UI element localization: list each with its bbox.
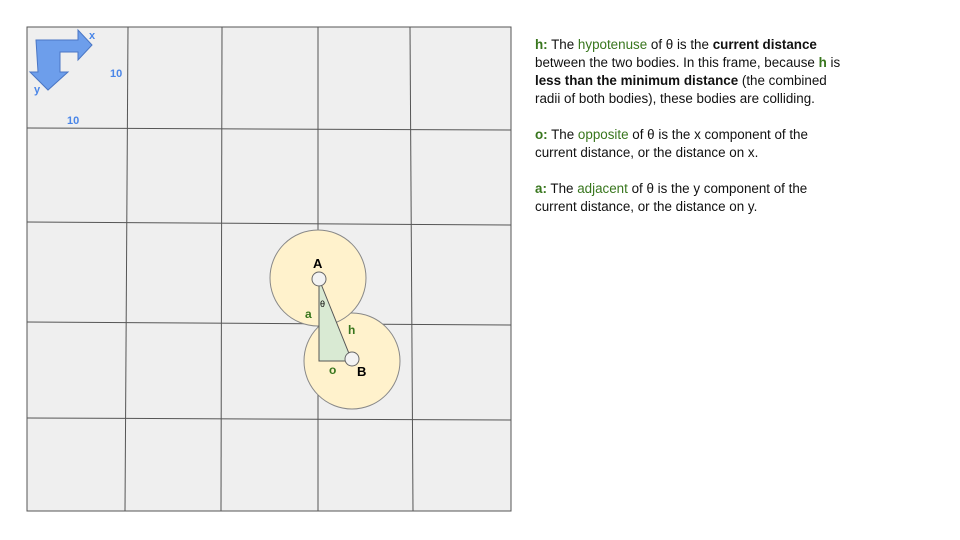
opposite-term: opposite: [577, 127, 629, 142]
adjacent-explanation: a: The adjacent of θ is the y component …: [535, 180, 850, 216]
h-strong-1: current distance: [712, 37, 817, 52]
grid-background: [26, 26, 512, 512]
hypotenuse-term: hypotenuse: [577, 37, 648, 52]
a-text-1: The: [546, 181, 578, 196]
collision-diagram: x y 10 10 A B θ h a o: [26, 26, 512, 512]
x-axis-label: x: [89, 30, 96, 42]
h-key-inline: h: [818, 55, 827, 70]
h-text-3: between the two bodies. In this frame, b…: [535, 55, 819, 70]
h-key: h:: [535, 37, 548, 52]
opposite-explanation: o: The opposite of θ is the x component …: [535, 126, 850, 162]
y-unit-label: 10: [67, 115, 79, 127]
body-b-label: B: [357, 364, 366, 379]
x-unit-label: 10: [110, 68, 122, 80]
opposite-label: o: [329, 363, 336, 377]
h-text-4: is: [826, 55, 841, 70]
hypotenuse-label: h: [348, 323, 355, 337]
explanation-panel: h: The hypotenuse of θ is the current di…: [535, 36, 850, 234]
a-key: a:: [535, 181, 547, 196]
hypotenuse-explanation: h: The hypotenuse of θ is the current di…: [535, 36, 850, 108]
adjacent-term: adjacent: [577, 181, 628, 196]
o-key: o:: [535, 127, 548, 142]
y-axis-label: y: [34, 84, 41, 96]
theta-label: θ: [320, 299, 325, 309]
body-a-label: A: [313, 256, 323, 271]
h-text-2: of θ is the: [647, 37, 713, 52]
body-a-center: [311, 271, 327, 287]
adjacent-label: a: [305, 307, 312, 321]
h-strong-2: less than the minimum distance: [535, 73, 739, 88]
o-text-1: The: [547, 127, 578, 142]
h-text-1: The: [547, 37, 578, 52]
